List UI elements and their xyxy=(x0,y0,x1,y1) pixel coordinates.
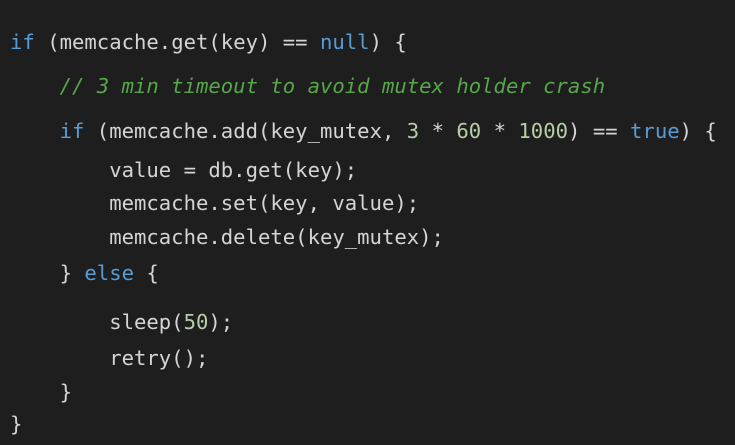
code-token: memcache.set(key, value); xyxy=(109,191,420,215)
code-line: } xyxy=(10,411,22,437)
comment-token: // 3 min timeout to avoid mutex holder c… xyxy=(59,74,606,98)
code-token: (memcache.add(key_mutex, xyxy=(84,119,407,143)
code-line: if (memcache.get(key) == null) { xyxy=(10,29,407,55)
code-token: { xyxy=(134,261,159,285)
code-line: memcache.set(key, value); xyxy=(109,190,419,216)
code-token: } xyxy=(59,261,85,285)
code-token: ) { xyxy=(679,119,717,143)
number-token: 1000 xyxy=(518,119,569,143)
code-token: (memcache.get(key) == xyxy=(34,30,320,54)
keyword-token: null xyxy=(319,30,370,54)
code-line: } xyxy=(60,379,72,405)
number-token: 60 xyxy=(456,119,482,143)
code-token: } xyxy=(10,412,23,436)
code-token: * xyxy=(481,119,519,143)
code-block: if (memcache.get(key) == null) {// 3 min… xyxy=(0,0,735,445)
code-line: sleep(50); xyxy=(109,309,233,335)
keyword-token: else xyxy=(84,261,135,285)
keyword-token: true xyxy=(630,119,680,143)
code-line: } else { xyxy=(60,260,159,286)
code-token: ); xyxy=(208,310,234,334)
keyword-token: if xyxy=(59,119,85,143)
code-line: // 3 min timeout to avoid mutex holder c… xyxy=(60,73,606,99)
code-token: sleep( xyxy=(109,310,184,334)
code-token: value = db.get(key); xyxy=(109,158,358,182)
keyword-token: if xyxy=(10,30,35,54)
code-line: retry(); xyxy=(109,345,208,371)
code-token: memcache.delete(key_mutex); xyxy=(109,225,444,249)
code-token: * xyxy=(419,119,457,143)
code-line: value = db.get(key); xyxy=(109,157,357,183)
code-line: memcache.delete(key_mutex); xyxy=(109,224,444,250)
code-token: ) == xyxy=(568,119,631,143)
code-line: if (memcache.add(key_mutex, 3 * 60 * 100… xyxy=(60,118,717,144)
code-token: } xyxy=(59,380,72,404)
number-token: 50 xyxy=(183,310,209,334)
number-token: 3 xyxy=(406,119,420,143)
code-token: retry(); xyxy=(109,346,209,370)
code-token: ) { xyxy=(369,30,407,54)
